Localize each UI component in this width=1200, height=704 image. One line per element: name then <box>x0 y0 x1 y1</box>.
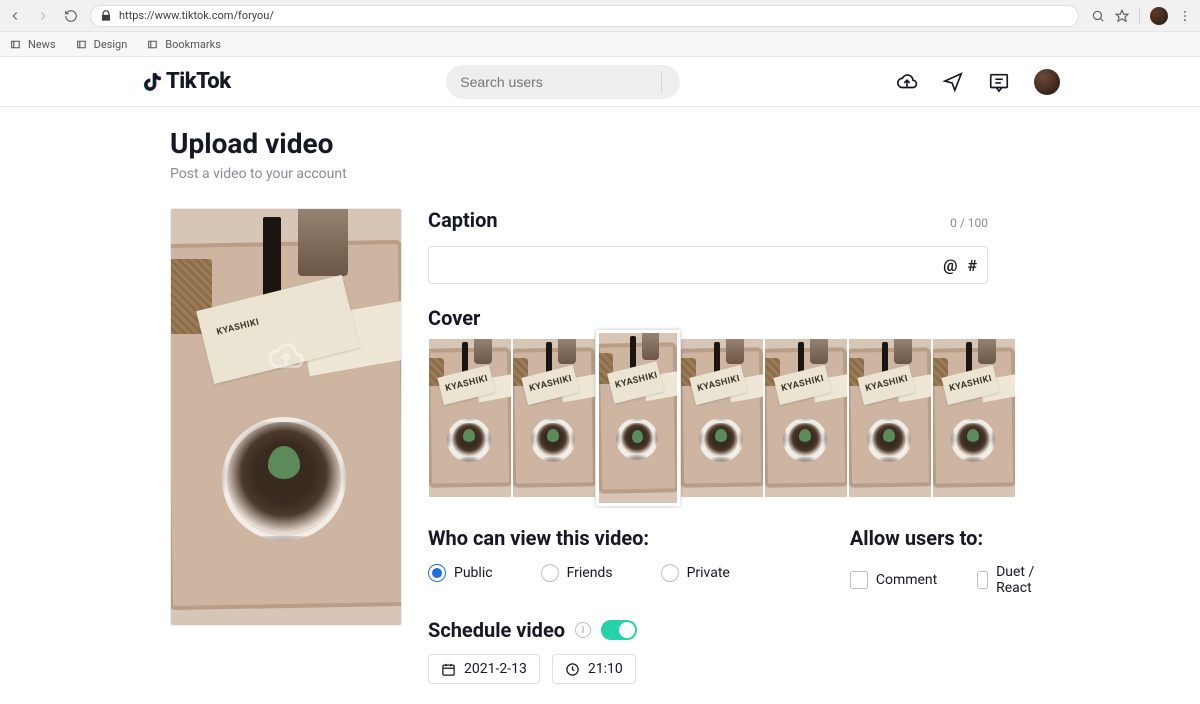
checkbox-icon <box>977 571 988 589</box>
radio-icon <box>541 564 559 582</box>
cover-frame[interactable]: KYASHIKI <box>848 338 932 498</box>
site-header: TikTok <box>0 57 1200 107</box>
cover-frame[interactable]: KYASHIKI <box>596 330 680 506</box>
checkbox-icon <box>850 571 868 589</box>
hashtag-icon[interactable]: # <box>967 256 977 275</box>
kebab-icon[interactable] <box>1178 9 1192 23</box>
upload-overlay-icon <box>263 338 309 380</box>
browser-toolbar: https://www.tiktok.com/foryou/ <box>0 0 1200 32</box>
schedule-toggle[interactable] <box>601 620 637 640</box>
cover-frame[interactable]: KYASHIKI <box>680 338 764 498</box>
caption-label: Caption <box>428 208 498 232</box>
tiktok-logo[interactable]: TikTok <box>140 69 231 94</box>
video-preview[interactable]: KYASHIKI <box>170 208 402 626</box>
send-icon[interactable] <box>942 71 964 93</box>
zoom-icon[interactable] <box>1091 9 1105 23</box>
bookmark-news[interactable]: News <box>10 38 56 51</box>
cover-frame[interactable]: KYASHIKI <box>512 338 596 498</box>
cover-frame[interactable]: KYASHIKI <box>764 338 848 498</box>
bookmarks-bar: News Design Bookmarks <box>0 32 1200 57</box>
bookmark-design[interactable]: Design <box>76 38 128 51</box>
url-text: https://www.tiktok.com/foryou/ <box>119 9 274 22</box>
lock-icon <box>99 9 113 23</box>
page-subtitle: Post a video to your account <box>170 166 1060 182</box>
reload-icon[interactable] <box>64 9 78 23</box>
caption-input-wrap: @ # <box>428 246 988 284</box>
forward-icon[interactable] <box>36 9 50 23</box>
brand-text: TikTok <box>166 69 231 94</box>
cover-filmstrip[interactable]: KYASHIKIKYASHIKIKYASHIKIKYASHIKIKYASHIKI… <box>428 338 988 498</box>
inbox-icon[interactable] <box>988 71 1010 93</box>
mention-icon[interactable]: @ <box>943 256 957 275</box>
cover-frame[interactable]: KYASHIKI <box>428 338 512 498</box>
caption-input[interactable] <box>439 257 933 273</box>
upload-icon[interactable] <box>896 71 918 93</box>
caption-counter: 0 / 100 <box>950 216 988 230</box>
radio-icon <box>428 564 446 582</box>
back-icon[interactable] <box>8 9 22 23</box>
search-box[interactable] <box>446 65 680 99</box>
allow-option-comment[interactable]: Comment <box>850 564 937 596</box>
visibility-label: Who can view this video: <box>428 526 730 550</box>
page-title: Upload video <box>170 127 1060 160</box>
calendar-icon <box>441 662 456 677</box>
info-icon[interactable]: i <box>575 622 591 638</box>
clock-icon <box>565 662 580 677</box>
schedule-date-chip[interactable]: 2021-2-13 <box>428 654 540 684</box>
visibility-option-private[interactable]: Private <box>661 564 730 582</box>
visibility-option-public[interactable]: Public <box>428 564 493 582</box>
schedule-time-chip[interactable]: 21:10 <box>552 654 636 684</box>
visibility-option-friends[interactable]: Friends <box>541 564 613 582</box>
allow-label: Allow users to: <box>850 526 1039 550</box>
address-bar[interactable]: https://www.tiktok.com/foryou/ <box>90 5 1079 27</box>
allow-option-duet-react[interactable]: Duet / React <box>977 564 1039 596</box>
schedule-label: Schedule video <box>428 618 565 642</box>
cover-frame[interactable]: KYASHIKI <box>932 338 1016 498</box>
profile-avatar[interactable] <box>1034 69 1060 95</box>
radio-icon <box>661 564 679 582</box>
cover-label: Cover <box>428 306 988 330</box>
tiktok-note-icon <box>140 70 162 94</box>
search-input[interactable] <box>460 74 655 90</box>
bookmark-bookmarks[interactable]: Bookmarks <box>147 38 221 51</box>
star-icon[interactable] <box>1115 9 1129 23</box>
profile-avatar-browser[interactable] <box>1150 7 1168 25</box>
